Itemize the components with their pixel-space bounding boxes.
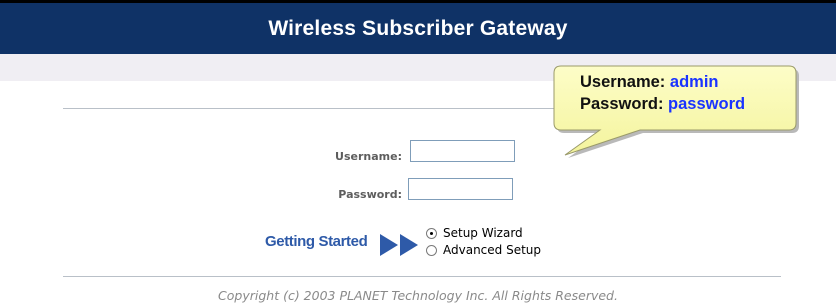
callout-username-label: Username: bbox=[580, 73, 666, 91]
credentials-callout-text: Username: admin Password: password bbox=[580, 71, 745, 115]
callout-password-label: Password: bbox=[580, 95, 664, 113]
callout-password-value: password bbox=[668, 95, 746, 113]
callout-username-value: admin bbox=[669, 73, 719, 91]
credentials-callout-bubble bbox=[553, 65, 799, 158]
callout-username-line: Username: admin bbox=[580, 71, 745, 93]
callout-password-line: Password: password bbox=[580, 93, 745, 115]
